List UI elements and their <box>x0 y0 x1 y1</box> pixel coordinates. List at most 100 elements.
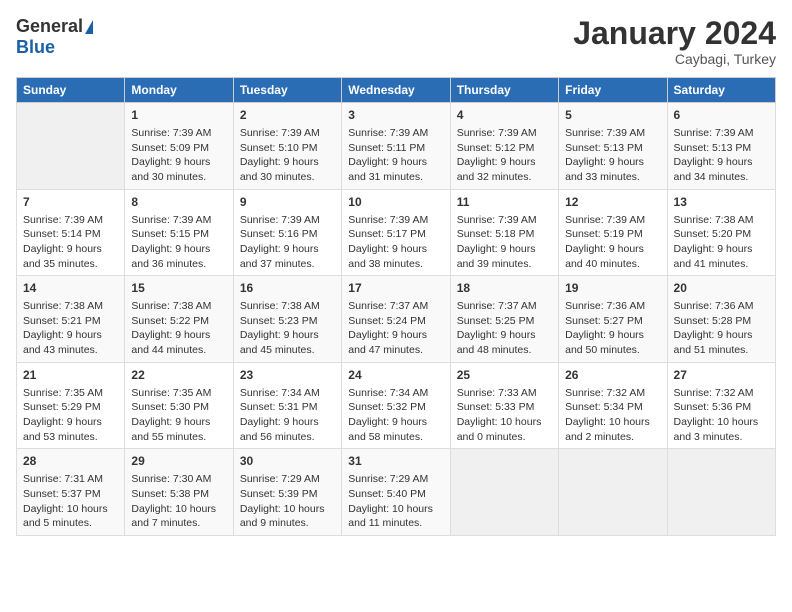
day-info: Sunset: 5:13 PM <box>674 141 769 156</box>
day-info: Sunset: 5:40 PM <box>348 487 443 502</box>
logo-general: General <box>16 16 83 37</box>
table-row: 14Sunrise: 7:38 AMSunset: 5:21 PMDayligh… <box>17 276 125 363</box>
day-info: and 55 minutes. <box>131 430 226 445</box>
calendar-subtitle: Caybagi, Turkey <box>573 51 776 67</box>
day-info: Sunset: 5:23 PM <box>240 314 335 329</box>
day-info: Sunrise: 7:39 AM <box>240 213 335 228</box>
day-info: Sunset: 5:38 PM <box>131 487 226 502</box>
day-info: Daylight: 9 hours <box>240 415 335 430</box>
day-info: and 43 minutes. <box>23 343 118 358</box>
day-info: Sunset: 5:14 PM <box>23 227 118 242</box>
day-info: Sunrise: 7:39 AM <box>457 213 552 228</box>
col-tuesday: Tuesday <box>233 78 341 103</box>
day-info: Daylight: 9 hours <box>240 328 335 343</box>
table-row: 19Sunrise: 7:36 AMSunset: 5:27 PMDayligh… <box>559 276 667 363</box>
table-row: 23Sunrise: 7:34 AMSunset: 5:31 PMDayligh… <box>233 362 341 449</box>
table-row: 28Sunrise: 7:31 AMSunset: 5:37 PMDayligh… <box>17 449 125 536</box>
day-number: 18 <box>457 280 552 297</box>
table-row <box>450 449 558 536</box>
title-block: January 2024 Caybagi, Turkey <box>573 16 776 67</box>
day-info: Sunrise: 7:33 AM <box>457 386 552 401</box>
day-info: and 39 minutes. <box>457 257 552 272</box>
day-info: Sunrise: 7:39 AM <box>348 213 443 228</box>
table-row: 31Sunrise: 7:29 AMSunset: 5:40 PMDayligh… <box>342 449 450 536</box>
day-info: Sunrise: 7:39 AM <box>131 213 226 228</box>
day-info: Sunset: 5:39 PM <box>240 487 335 502</box>
day-info: Sunset: 5:24 PM <box>348 314 443 329</box>
day-info: and 38 minutes. <box>348 257 443 272</box>
day-info: Sunrise: 7:39 AM <box>565 213 660 228</box>
day-info: Sunset: 5:22 PM <box>131 314 226 329</box>
calendar-title: January 2024 <box>573 16 776 51</box>
day-info: Daylight: 9 hours <box>131 155 226 170</box>
col-wednesday: Wednesday <box>342 78 450 103</box>
table-row: 11Sunrise: 7:39 AMSunset: 5:18 PMDayligh… <box>450 189 558 276</box>
calendar-week-row: 7Sunrise: 7:39 AMSunset: 5:14 PMDaylight… <box>17 189 776 276</box>
day-info: Daylight: 9 hours <box>23 328 118 343</box>
day-info: Sunset: 5:09 PM <box>131 141 226 156</box>
day-number: 8 <box>131 194 226 211</box>
day-info: Sunrise: 7:39 AM <box>348 126 443 141</box>
day-info: and 2 minutes. <box>565 430 660 445</box>
day-info: and 11 minutes. <box>348 516 443 531</box>
day-info: Daylight: 9 hours <box>457 155 552 170</box>
day-number: 2 <box>240 107 335 124</box>
day-info: Daylight: 9 hours <box>348 155 443 170</box>
table-row: 21Sunrise: 7:35 AMSunset: 5:29 PMDayligh… <box>17 362 125 449</box>
calendar-table: Sunday Monday Tuesday Wednesday Thursday… <box>16 77 776 536</box>
day-info: Daylight: 9 hours <box>457 242 552 257</box>
calendar-week-row: 1Sunrise: 7:39 AMSunset: 5:09 PMDaylight… <box>17 103 776 190</box>
table-row <box>559 449 667 536</box>
day-info: Sunrise: 7:30 AM <box>131 472 226 487</box>
table-row: 30Sunrise: 7:29 AMSunset: 5:39 PMDayligh… <box>233 449 341 536</box>
day-info: Sunset: 5:19 PM <box>565 227 660 242</box>
day-info: Daylight: 9 hours <box>674 155 769 170</box>
day-info: Daylight: 9 hours <box>23 415 118 430</box>
day-number: 14 <box>23 280 118 297</box>
day-info: Sunset: 5:17 PM <box>348 227 443 242</box>
logo: General Blue <box>16 16 93 58</box>
day-info: and 34 minutes. <box>674 170 769 185</box>
day-info: Daylight: 9 hours <box>131 328 226 343</box>
day-info: Sunrise: 7:32 AM <box>674 386 769 401</box>
day-info: Daylight: 10 hours <box>674 415 769 430</box>
day-info: Sunrise: 7:39 AM <box>131 126 226 141</box>
day-info: Sunset: 5:18 PM <box>457 227 552 242</box>
day-number: 12 <box>565 194 660 211</box>
day-info: and 5 minutes. <box>23 516 118 531</box>
logo-triangle-icon <box>85 20 93 34</box>
day-info: Sunset: 5:12 PM <box>457 141 552 156</box>
day-info: Sunrise: 7:36 AM <box>565 299 660 314</box>
day-info: Sunset: 5:37 PM <box>23 487 118 502</box>
day-info: Daylight: 9 hours <box>23 242 118 257</box>
main-container: General Blue January 2024 Caybagi, Turke… <box>0 0 792 544</box>
day-info: and 45 minutes. <box>240 343 335 358</box>
table-row: 26Sunrise: 7:32 AMSunset: 5:34 PMDayligh… <box>559 362 667 449</box>
day-info: Daylight: 10 hours <box>23 502 118 517</box>
col-thursday: Thursday <box>450 78 558 103</box>
day-info: and 41 minutes. <box>674 257 769 272</box>
day-info: Daylight: 9 hours <box>565 242 660 257</box>
day-info: and 51 minutes. <box>674 343 769 358</box>
day-number: 31 <box>348 453 443 470</box>
day-number: 4 <box>457 107 552 124</box>
day-info: Sunset: 5:13 PM <box>565 141 660 156</box>
day-info: Daylight: 10 hours <box>457 415 552 430</box>
calendar-header-row: Sunday Monday Tuesday Wednesday Thursday… <box>17 78 776 103</box>
day-info: Daylight: 10 hours <box>240 502 335 517</box>
day-info: Sunrise: 7:29 AM <box>348 472 443 487</box>
col-sunday: Sunday <box>17 78 125 103</box>
day-info: Sunset: 5:11 PM <box>348 141 443 156</box>
day-info: and 36 minutes. <box>131 257 226 272</box>
table-row: 20Sunrise: 7:36 AMSunset: 5:28 PMDayligh… <box>667 276 775 363</box>
day-info: Daylight: 9 hours <box>674 328 769 343</box>
day-number: 21 <box>23 367 118 384</box>
day-number: 27 <box>674 367 769 384</box>
day-info: Daylight: 9 hours <box>674 242 769 257</box>
logo-blue: Blue <box>16 37 55 58</box>
day-number: 6 <box>674 107 769 124</box>
table-row: 9Sunrise: 7:39 AMSunset: 5:16 PMDaylight… <box>233 189 341 276</box>
day-info: and 35 minutes. <box>23 257 118 272</box>
day-info: Daylight: 9 hours <box>565 155 660 170</box>
day-info: Sunrise: 7:34 AM <box>240 386 335 401</box>
